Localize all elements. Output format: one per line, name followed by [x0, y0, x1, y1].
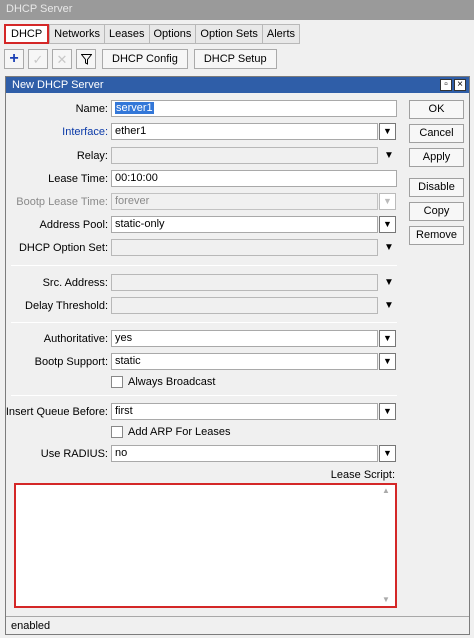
src-address-label: Src. Address:: [42, 277, 108, 289]
copy-button[interactable]: Copy: [409, 202, 464, 221]
lease-time-field[interactable]: 00:10:00: [111, 170, 397, 187]
authoritative-label: Authoritative:: [43, 333, 108, 345]
name-field[interactable]: server1: [111, 100, 397, 117]
tab-alerts[interactable]: Alerts: [261, 24, 301, 44]
restore-icon[interactable]: ▫: [440, 79, 452, 91]
new-dhcp-server-dialog: New DHCP Server ▫ × Name: server1 Interf…: [5, 76, 470, 635]
dialog-title: New DHCP Server: [6, 77, 469, 93]
dhcp-option-set-field[interactable]: [111, 239, 378, 256]
add-arp-checkbox[interactable]: Add ARP For Leases: [111, 424, 231, 440]
tab-options[interactable]: Options: [148, 24, 196, 44]
bootp-lease-time-dropdown-icon: ▼: [379, 193, 396, 210]
use-radius-dropdown-icon[interactable]: ▼: [379, 445, 396, 462]
authoritative-dropdown-icon[interactable]: ▼: [379, 330, 396, 347]
remove-button[interactable]: Remove: [409, 226, 464, 245]
address-pool-field[interactable]: static-only: [111, 216, 378, 233]
insert-queue-before-label: Insert Queue Before:: [5, 406, 108, 418]
delay-threshold-dropdown-icon[interactable]: ▼: [383, 297, 395, 314]
cancel-button[interactable]: Cancel: [409, 124, 464, 143]
interface-dropdown-icon[interactable]: ▼: [379, 123, 396, 140]
disable-button[interactable]: Disable: [409, 178, 464, 197]
address-pool-label: Address Pool:: [39, 219, 108, 231]
checkbox-box[interactable]: [111, 426, 123, 438]
plus-icon[interactable]: +: [4, 49, 24, 69]
relay-field[interactable]: [111, 147, 378, 164]
address-pool-dropdown-icon[interactable]: ▼: [379, 216, 396, 233]
toolbar: + ✓ ✕ DHCP Config DHCP Setup: [4, 48, 277, 70]
separator: [11, 265, 397, 266]
cross-icon[interactable]: ✕: [52, 49, 72, 69]
tab-leases[interactable]: Leases: [104, 24, 149, 44]
scroll-up-icon[interactable]: ▲: [382, 486, 465, 495]
lease-script-textarea[interactable]: [14, 483, 397, 608]
checkbox-box[interactable]: [111, 376, 123, 388]
authoritative-field[interactable]: yes: [111, 330, 378, 347]
delay-threshold-field[interactable]: [111, 297, 378, 314]
bootp-lease-time-label: Bootp Lease Time:: [16, 196, 108, 208]
checkmark-icon[interactable]: ✓: [28, 49, 48, 69]
use-radius-field[interactable]: no: [111, 445, 378, 462]
separator: [11, 395, 397, 396]
tab-bar: DHCP Networks Leases Options Option Sets…: [4, 24, 301, 44]
window-title: DHCP Server: [0, 0, 474, 20]
src-address-field[interactable]: [111, 274, 378, 291]
bootp-support-field[interactable]: static: [111, 353, 378, 370]
relay-dropdown-icon[interactable]: ▼: [383, 147, 395, 164]
close-icon[interactable]: ×: [454, 79, 466, 91]
relay-label: Relay:: [76, 150, 108, 162]
bootp-lease-time-field: forever: [111, 193, 378, 210]
lease-time-label: Lease Time:: [48, 173, 108, 185]
dhcp-setup-button[interactable]: DHCP Setup: [193, 49, 277, 69]
apply-button[interactable]: Apply: [409, 148, 464, 167]
always-broadcast-checkbox[interactable]: Always Broadcast: [111, 374, 215, 390]
src-address-dropdown-icon[interactable]: ▼: [383, 274, 395, 291]
dhcp-option-set-dropdown-icon[interactable]: ▼: [383, 239, 395, 256]
name-label: Name:: [75, 103, 108, 115]
status-bar: enabled: [6, 616, 469, 634]
insert-queue-before-dropdown-icon[interactable]: ▼: [379, 403, 396, 420]
name-value: server1: [115, 102, 154, 114]
always-broadcast-label: Always Broadcast: [128, 376, 216, 388]
lease-script-label: Lease Script:: [330, 469, 395, 481]
dhcp-config-button[interactable]: DHCP Config: [102, 49, 188, 69]
tab-networks[interactable]: Networks: [49, 24, 105, 44]
bootp-support-label: Bootp Support:: [34, 356, 108, 368]
tab-option-sets[interactable]: Option Sets: [195, 24, 262, 44]
use-radius-label: Use RADIUS:: [40, 448, 108, 460]
separator: [11, 322, 397, 323]
delay-threshold-label: Delay Threshold:: [25, 300, 108, 312]
dhcp-option-set-label: DHCP Option Set:: [18, 242, 108, 254]
interface-field[interactable]: ether1: [111, 123, 378, 140]
interface-label[interactable]: Interface:: [62, 124, 108, 140]
add-arp-label: Add ARP For Leases: [128, 426, 231, 438]
bootp-support-dropdown-icon[interactable]: ▼: [379, 353, 396, 370]
tab-dhcp[interactable]: DHCP: [4, 24, 50, 44]
insert-queue-before-field[interactable]: first: [111, 403, 378, 420]
filter-icon[interactable]: [76, 49, 96, 69]
ok-button[interactable]: OK: [409, 100, 464, 119]
